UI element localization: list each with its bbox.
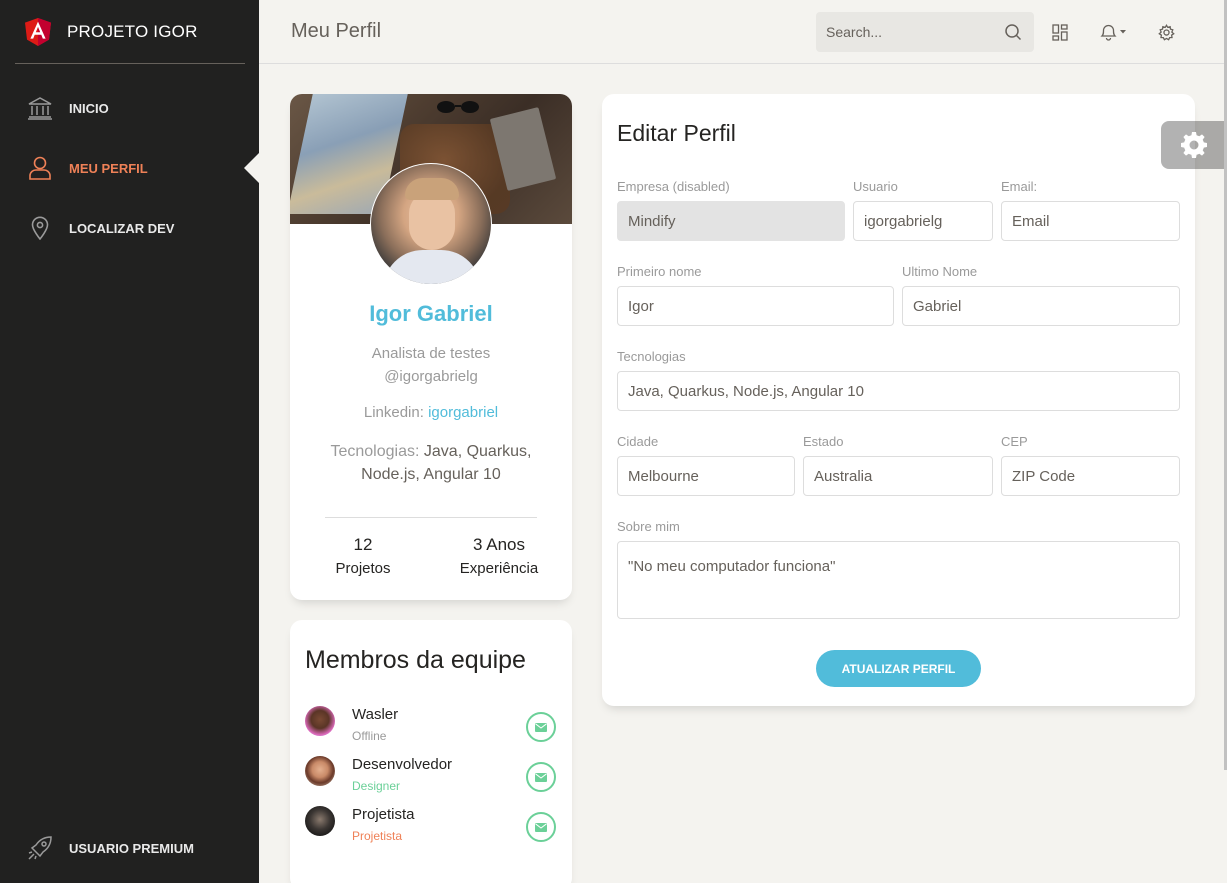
search-icon[interactable] <box>1004 23 1022 41</box>
last-name-field[interactable] <box>902 286 1180 326</box>
city-label: Cidade <box>617 434 659 449</box>
linkedin-label: Linkedin: <box>363 404 424 421</box>
member-name: Wasler <box>352 706 399 723</box>
envelope-icon <box>535 772 547 782</box>
member-status: Designer <box>352 779 401 793</box>
sidebar-nav: INICIO MEU PERFIL LOCALIZAR DEV <box>0 78 259 258</box>
search-box <box>816 12 1034 52</box>
zip-label: CEP <box>1001 434 1028 449</box>
edit-profile-title: Editar Perfil <box>617 120 736 146</box>
stat-label: Projetos <box>335 560 391 577</box>
email-label: Email: <box>1001 179 1038 194</box>
state-label: Estado <box>803 434 844 449</box>
message-button[interactable] <box>526 762 556 792</box>
username-field[interactable] <box>853 201 993 241</box>
list-item: Wasler Offline <box>305 706 560 750</box>
gear-icon <box>1181 132 1207 158</box>
zip-field[interactable] <box>1001 456 1180 496</box>
message-button[interactable] <box>526 712 556 742</box>
sidebar-item-label: USUARIO PREMIUM <box>69 840 194 856</box>
page-title: Meu Perfil <box>291 20 382 42</box>
gear-icon[interactable] <box>1156 22 1176 42</box>
sidebar-item-label: MEU PERFIL <box>69 160 148 176</box>
member-status: Projetista <box>352 829 403 843</box>
map-pin-icon <box>27 215 53 241</box>
username-label: Usuario <box>853 179 898 194</box>
sidebar: PROJETO IGOR INICIO MEU PERFIL LOCALIZAR… <box>0 0 259 883</box>
divider <box>325 517 537 518</box>
bell-icon[interactable] <box>1098 22 1130 42</box>
topbar: Meu Perfil <box>259 0 1227 64</box>
state-field[interactable] <box>803 456 993 496</box>
stat-experience: 3 Anos Experiência <box>444 534 554 582</box>
profile-card: Igor Gabriel Analista de testes @igorgab… <box>290 94 572 600</box>
about-textarea[interactable]: "No meu computador funciona" <box>617 541 1180 619</box>
stat-value: 12 <box>353 535 373 554</box>
technologies-field[interactable] <box>617 371 1180 411</box>
city-field[interactable] <box>617 456 795 496</box>
active-caret <box>244 153 259 183</box>
message-button[interactable] <box>526 812 556 842</box>
profile-technologies: Tecnologias: Java, Quarkus, Node.js, Ang… <box>310 440 552 486</box>
profile-handle: @igorgabrielg <box>384 368 478 385</box>
stat-label: Experiência <box>459 560 539 577</box>
email-field[interactable] <box>1001 201 1180 241</box>
update-profile-button[interactable]: ATUALIZAR PERFIL <box>816 650 981 687</box>
bank-icon <box>27 95 53 121</box>
profile-linkedin: Linkedin: igorgabriel <box>290 404 572 421</box>
stat-projects: 12 Projetos <box>334 534 392 582</box>
avatar <box>305 756 335 786</box>
about-label: Sobre mim <box>617 519 680 534</box>
technologies-label: Tecnologias <box>617 349 686 364</box>
avatar <box>305 706 335 736</box>
envelope-icon <box>535 822 547 832</box>
last-name-label: Ultimo Nome <box>902 264 978 279</box>
team-card: Membros da equipe Wasler Offline Desenvo… <box>290 620 572 883</box>
first-name-field[interactable] <box>617 286 894 326</box>
search-input[interactable] <box>816 12 1001 52</box>
brand-name: PROJETO IGOR <box>67 21 198 41</box>
profile-role: Analista de testes <box>371 345 491 362</box>
list-item: Desenvolvedor Designer <box>305 756 560 800</box>
edit-profile-card: Editar Perfil Empresa (disabled) Usuario… <box>602 94 1195 706</box>
linkedin-link[interactable]: igorgabriel <box>428 404 498 421</box>
first-name-label: Primeiro nome <box>617 264 702 279</box>
sidebar-item-usuario-premium[interactable]: USUARIO PREMIUM <box>0 818 259 878</box>
member-name: Projetista <box>352 806 415 823</box>
sidebar-bottom: USUARIO PREMIUM <box>0 818 259 878</box>
brand[interactable]: PROJETO IGOR <box>15 0 245 64</box>
company-field <box>617 201 845 241</box>
tech-label: Tecnologias: <box>330 443 420 460</box>
profile-avatar <box>370 163 492 285</box>
dashboard-icon[interactable] <box>1050 22 1070 42</box>
team-title: Membros da equipe <box>305 646 526 674</box>
angular-logo-icon <box>25 17 51 46</box>
sidebar-item-label: LOCALIZAR DEV <box>69 220 175 236</box>
list-item: Projetista Projetista <box>305 806 560 850</box>
rocket-icon <box>27 835 53 861</box>
user-icon <box>27 155 53 181</box>
member-name: Desenvolvedor <box>352 756 453 773</box>
sidebar-item-meu-perfil[interactable]: MEU PERFIL <box>0 138 259 198</box>
fixed-plugin-settings[interactable] <box>1161 121 1227 169</box>
profile-name[interactable]: Igor Gabriel <box>290 301 572 327</box>
member-status: Offline <box>352 729 387 743</box>
sidebar-item-localizar-dev[interactable]: LOCALIZAR DEV <box>0 198 259 258</box>
company-label: Empresa (disabled) <box>617 179 730 194</box>
sidebar-item-inicio[interactable]: INICIO <box>0 78 259 138</box>
stat-value: 3 Anos <box>473 535 525 554</box>
sidebar-item-label: INICIO <box>69 100 109 116</box>
avatar <box>305 806 335 836</box>
envelope-icon <box>535 722 547 732</box>
